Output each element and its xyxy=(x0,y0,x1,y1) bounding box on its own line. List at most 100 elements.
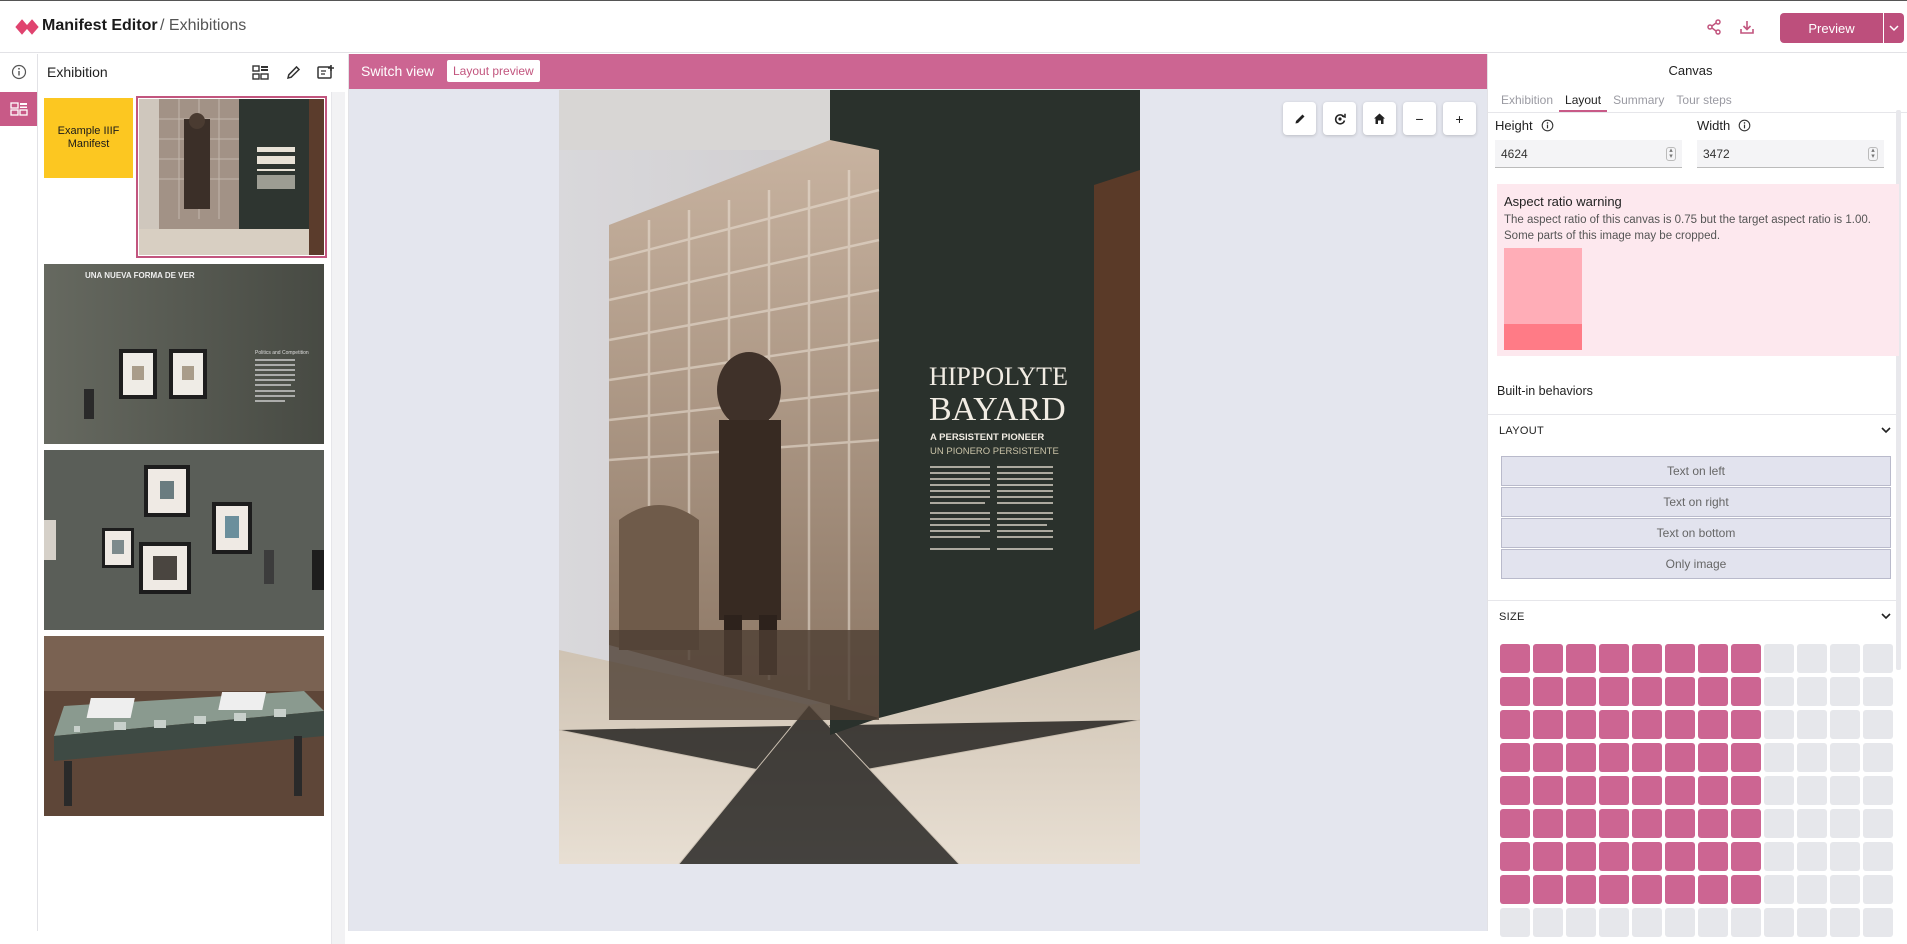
size-grid-cell[interactable] xyxy=(1665,908,1695,937)
share-icon[interactable] xyxy=(1703,16,1725,38)
size-grid-cell[interactable] xyxy=(1599,776,1629,805)
size-grid-cell[interactable] xyxy=(1764,875,1794,904)
chevron-down-icon[interactable] xyxy=(1881,612,1891,620)
size-grid-cell[interactable] xyxy=(1566,809,1596,838)
size-grid-cell[interactable] xyxy=(1500,875,1530,904)
info-icon[interactable] xyxy=(1541,119,1554,132)
size-grid-cell[interactable] xyxy=(1830,677,1860,706)
size-grid-cell[interactable] xyxy=(1797,908,1827,937)
canvas-image[interactable]: HIPPOLYTE BAYARD A PERSISTENT PIONEER UN… xyxy=(559,90,1140,864)
chevron-down-icon[interactable] xyxy=(1881,426,1891,434)
layout-section-title[interactable]: LAYOUT xyxy=(1499,425,1544,437)
size-grid-cell[interactable] xyxy=(1698,743,1728,772)
size-grid-cell[interactable] xyxy=(1533,677,1563,706)
size-grid-cell[interactable] xyxy=(1533,809,1563,838)
pencil-icon[interactable] xyxy=(283,62,303,82)
size-grid-cell[interactable] xyxy=(1500,809,1530,838)
preview-button[interactable]: Preview xyxy=(1780,13,1883,43)
size-grid-cell[interactable] xyxy=(1599,644,1629,673)
size-grid-cell[interactable] xyxy=(1764,743,1794,772)
canvas-thumbnail-nueva-forma[interactable]: UNA NUEVA FORMA DE VER Politics and Comp… xyxy=(44,264,324,444)
size-grid-cell[interactable] xyxy=(1632,842,1662,871)
home-tool-button[interactable] xyxy=(1363,102,1396,135)
size-grid-cell[interactable] xyxy=(1632,743,1662,772)
width-field[interactable]: 3472 ▴ ▾ xyxy=(1697,140,1884,168)
size-grid-cell[interactable] xyxy=(1533,908,1563,937)
size-grid-cell[interactable] xyxy=(1665,842,1695,871)
size-grid-cell[interactable] xyxy=(1764,908,1794,937)
download-icon[interactable] xyxy=(1736,16,1758,38)
size-grid[interactable] xyxy=(1500,644,1893,937)
size-grid-cell[interactable] xyxy=(1830,842,1860,871)
layout-preview-toggle[interactable]: Layout preview xyxy=(447,60,540,82)
size-grid-cell[interactable] xyxy=(1500,710,1530,739)
size-grid-cell[interactable] xyxy=(1599,875,1629,904)
size-grid-cell[interactable] xyxy=(1632,776,1662,805)
manifest-card[interactable]: Example IIIF Manifest xyxy=(44,98,133,178)
size-grid-cell[interactable] xyxy=(1731,644,1761,673)
switch-view-button[interactable]: Switch view xyxy=(361,63,434,79)
canvas-thumbnail-framed-prints[interactable] xyxy=(44,450,324,630)
size-grid-cell[interactable] xyxy=(1764,677,1794,706)
size-grid-cell[interactable] xyxy=(1500,743,1530,772)
size-grid-cell[interactable] xyxy=(1830,908,1860,937)
size-grid-cell[interactable] xyxy=(1665,677,1695,706)
grid-view-button[interactable] xyxy=(0,92,37,126)
edit-tool-button[interactable] xyxy=(1283,102,1316,135)
info-button[interactable] xyxy=(0,55,37,89)
size-grid-cell[interactable] xyxy=(1797,776,1827,805)
panel-scrollbar[interactable] xyxy=(331,92,345,944)
size-grid-cell[interactable] xyxy=(1632,908,1662,937)
size-grid-cell[interactable] xyxy=(1500,644,1530,673)
size-grid-cell[interactable] xyxy=(1533,710,1563,739)
size-grid-cell[interactable] xyxy=(1566,875,1596,904)
size-grid-cell[interactable] xyxy=(1665,776,1695,805)
size-grid-cell[interactable] xyxy=(1830,710,1860,739)
size-grid-cell[interactable] xyxy=(1764,710,1794,739)
size-grid-cell[interactable] xyxy=(1599,809,1629,838)
size-grid-cell[interactable] xyxy=(1533,743,1563,772)
size-grid-cell[interactable] xyxy=(1533,842,1563,871)
height-field[interactable]: 4624 ▴ ▾ xyxy=(1495,140,1682,168)
canvas-thumbnail-hippolyte-bayard[interactable] xyxy=(136,96,327,258)
size-grid-cell[interactable] xyxy=(1698,677,1728,706)
size-grid-cell[interactable] xyxy=(1830,776,1860,805)
size-grid-cell[interactable] xyxy=(1533,776,1563,805)
size-grid-cell[interactable] xyxy=(1731,743,1761,772)
size-grid-cell[interactable] xyxy=(1863,908,1893,937)
size-grid-cell[interactable] xyxy=(1698,908,1728,937)
size-grid-cell[interactable] xyxy=(1830,644,1860,673)
layout-text-on-left-button[interactable]: Text on left xyxy=(1501,456,1891,486)
size-grid-cell[interactable] xyxy=(1665,875,1695,904)
size-grid-cell[interactable] xyxy=(1632,875,1662,904)
tab-summary[interactable]: Summary xyxy=(1607,90,1670,112)
size-grid-cell[interactable] xyxy=(1533,644,1563,673)
size-grid-cell[interactable] xyxy=(1599,710,1629,739)
size-grid-cell[interactable] xyxy=(1533,875,1563,904)
size-grid-cell[interactable] xyxy=(1797,809,1827,838)
size-grid-cell[interactable] xyxy=(1731,842,1761,871)
height-stepper[interactable]: ▴ ▾ xyxy=(1666,147,1676,161)
tab-tour-steps[interactable]: Tour steps xyxy=(1670,90,1737,112)
size-grid-cell[interactable] xyxy=(1863,743,1893,772)
size-grid-cell[interactable] xyxy=(1698,644,1728,673)
app-title[interactable]: Manifest Editor xyxy=(42,17,158,35)
size-grid-cell[interactable] xyxy=(1500,677,1530,706)
size-grid-cell[interactable] xyxy=(1797,875,1827,904)
width-stepper[interactable]: ▴ ▾ xyxy=(1868,147,1878,161)
size-grid-cell[interactable] xyxy=(1731,677,1761,706)
size-grid-cell[interactable] xyxy=(1731,809,1761,838)
size-grid-cell[interactable] xyxy=(1632,677,1662,706)
size-grid-cell[interactable] xyxy=(1863,776,1893,805)
size-grid-cell[interactable] xyxy=(1599,908,1629,937)
size-grid-cell[interactable] xyxy=(1698,875,1728,904)
tab-exhibition[interactable]: Exhibition xyxy=(1495,90,1559,112)
size-grid-cell[interactable] xyxy=(1599,842,1629,871)
rotate-tool-button[interactable] xyxy=(1323,102,1356,135)
size-grid-cell[interactable] xyxy=(1566,776,1596,805)
size-section-title[interactable]: SIZE xyxy=(1499,611,1525,623)
tab-layout[interactable]: Layout xyxy=(1559,90,1608,112)
size-grid-cell[interactable] xyxy=(1830,809,1860,838)
size-grid-cell[interactable] xyxy=(1566,842,1596,871)
size-grid-cell[interactable] xyxy=(1566,743,1596,772)
